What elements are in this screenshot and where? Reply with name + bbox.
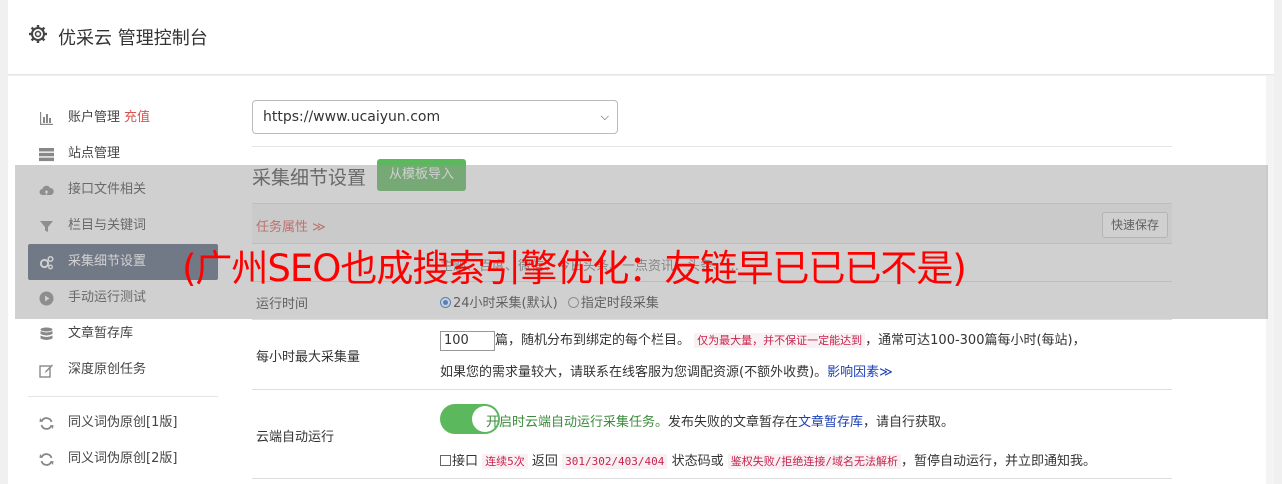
cloud-run-desc: 开启时云端自动运行采集任务。发布失败的文章暂存在文章暂存库，请自行获取。 xyxy=(486,411,954,430)
max-per-hour-line2: 如果您的需求量较大，请联系在线客服为您调配资源(不额外收费)。影响因素≫ xyxy=(440,361,893,380)
cloud-run-label: 云端自动运行 xyxy=(256,430,335,445)
header-bar: 优采云 管理控制台 xyxy=(8,0,1274,75)
sidebar-item-label: 同义词伪原创[1版] xyxy=(68,415,178,430)
site-url-select[interactable]: https://www.ucaiyun.com ⌵ xyxy=(252,100,618,134)
chevron-down-icon: ⌵ xyxy=(600,110,609,123)
sidebar-item-label: 同义词伪原创[2版] xyxy=(68,451,178,466)
sidebar-item-article-store[interactable]: 文章暂存库 xyxy=(28,316,218,352)
interface-pause-line: 接口 连续5次 返回 301/302/403/404 状态码或 鉴权失败/拒绝连… xyxy=(440,450,1096,469)
max-per-hour-line1: 100 篇，随机分布到绑定的每个栏目。 仅为最大量，并不保证一定能达到 ，通常可达1… xyxy=(440,329,1086,351)
sidebar-item-account[interactable]: 账户管理 充值 xyxy=(28,100,218,136)
cloud-run-note: 开启时云端自动运行采集任务。 xyxy=(486,415,669,430)
iface-tag: 301/302/403/404 xyxy=(562,454,668,469)
table-row: 每小时最大采集量 100 篇，随机分布到绑定的每个栏目。 仅为最大量，并不保证一定… xyxy=(252,319,1172,389)
refresh-icon xyxy=(39,416,54,431)
bar-chart-icon xyxy=(39,111,54,126)
overlay-headline: (广州SEO也成搜索引擎优化：友链早已已已不是) xyxy=(182,247,967,290)
page-title: 优采云 管理控制台 xyxy=(58,28,208,49)
cloud-text: 发布失败的文章暂存在 xyxy=(668,415,799,430)
influence-factors-link[interactable]: 影响因素≫ xyxy=(827,365,893,380)
max-text: 篇，随机分布到绑定的每个栏目。 xyxy=(495,333,691,348)
sidebar-item-synonym-v2[interactable]: 同义词伪原创[2版] xyxy=(28,441,218,477)
iface-text: 状态码或 xyxy=(671,454,724,469)
sidebar-item-synonym-v1[interactable]: 同义词伪原创[1版] xyxy=(28,405,218,441)
iface-text: ，暂停自动运行，并立即通知我。 xyxy=(900,454,1096,469)
article-store-link[interactable]: 文章暂存库 xyxy=(798,415,863,430)
max-per-hour-input[interactable]: 100 xyxy=(440,330,495,351)
max-per-hour-label: 每小时最大采集量 xyxy=(256,350,361,365)
sidebar-divider xyxy=(28,396,218,397)
divider xyxy=(252,146,1172,147)
max-text: 如果您的需求量较大，请联系在线客服为您调配资源(不额外收费)。 xyxy=(440,365,828,380)
iface-tag: 连续5次 xyxy=(482,454,528,469)
gray-overlay-band xyxy=(15,165,1268,319)
sidebar-item-label: 站点管理 xyxy=(68,146,121,161)
database-icon xyxy=(39,327,54,342)
server-icon xyxy=(39,147,54,162)
max-text: ，通常可达100-300篇每小时(每站)， xyxy=(865,333,1086,348)
iface-text: 返回 xyxy=(531,454,558,469)
sidebar-item-label: 文章暂存库 xyxy=(68,326,134,341)
interface-pause-checkbox[interactable] xyxy=(440,455,451,466)
sidebar-item-label: 账户管理 xyxy=(68,110,121,125)
refresh-icon xyxy=(39,452,54,467)
cloud-text: ，请自行获取。 xyxy=(863,415,955,430)
max-note-tag: 仅为最大量，并不保证一定能达到 xyxy=(694,333,866,348)
site-url-value: https://www.ucaiyun.com xyxy=(263,109,441,125)
edit-icon xyxy=(39,363,54,378)
iface-tag: 鉴权失败/拒绝连接/域名无法解析 xyxy=(727,454,901,469)
table-row: 云端自动运行 开启时云端自动运行采集任务。发布失败的文章暂存在文章暂存库，请自行… xyxy=(252,389,1172,479)
sidebar-item-deep-original[interactable]: 深度原创任务 xyxy=(28,352,218,388)
sidebar-item-label: 深度原创任务 xyxy=(68,362,147,377)
gear-icon xyxy=(29,25,47,43)
iface-text: 接口 xyxy=(452,454,479,469)
recharge-link[interactable]: 充值 xyxy=(124,110,150,125)
